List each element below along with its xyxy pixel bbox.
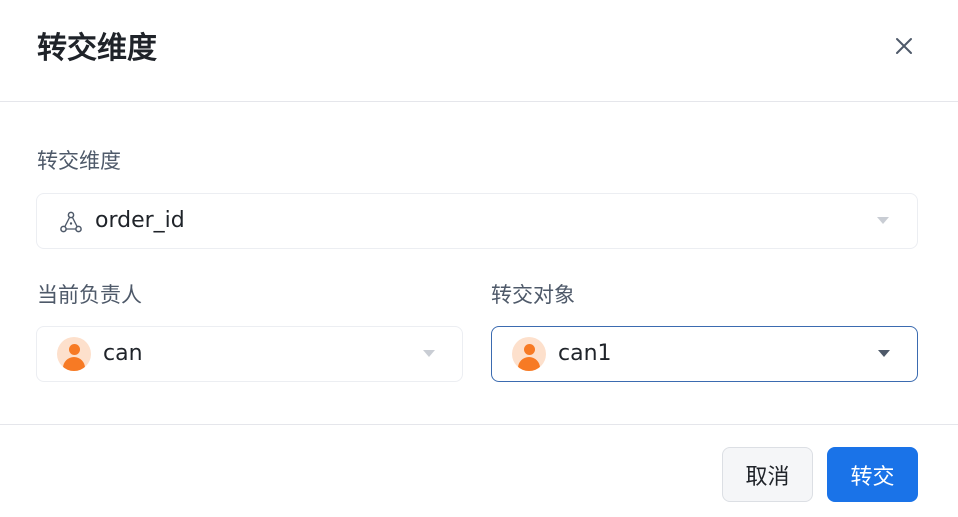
dimension-value: order_id (95, 208, 185, 233)
dialog-footer: 取消 转交 (0, 424, 958, 517)
current-owner-value: can (103, 341, 143, 366)
dimension-icon (60, 211, 82, 233)
chevron-down-icon (877, 217, 889, 224)
dimension-label: 转交维度 (37, 149, 121, 173)
chevron-down-icon (423, 350, 435, 357)
avatar-icon (57, 337, 91, 371)
dialog-header: 转交维度 (0, 0, 958, 102)
close-icon (896, 38, 912, 54)
transfer-target-value: can1 (558, 341, 612, 366)
transfer-dialog: 转交维度 转交维度 order_id 当前负责人 can 转交对象 can1 取… (0, 0, 958, 517)
current-owner-label: 当前负责人 (37, 283, 142, 307)
avatar-icon (512, 337, 546, 371)
transfer-target-label: 转交对象 (491, 283, 575, 307)
chevron-down-icon (878, 350, 890, 357)
dimension-select[interactable]: order_id (36, 193, 918, 249)
current-owner-select[interactable]: can (36, 326, 463, 382)
dialog-title: 转交维度 (37, 31, 157, 66)
transfer-button[interactable]: 转交 (827, 447, 918, 502)
close-button[interactable] (890, 32, 918, 60)
cancel-button[interactable]: 取消 (722, 447, 813, 502)
transfer-target-select[interactable]: can1 (491, 326, 918, 382)
